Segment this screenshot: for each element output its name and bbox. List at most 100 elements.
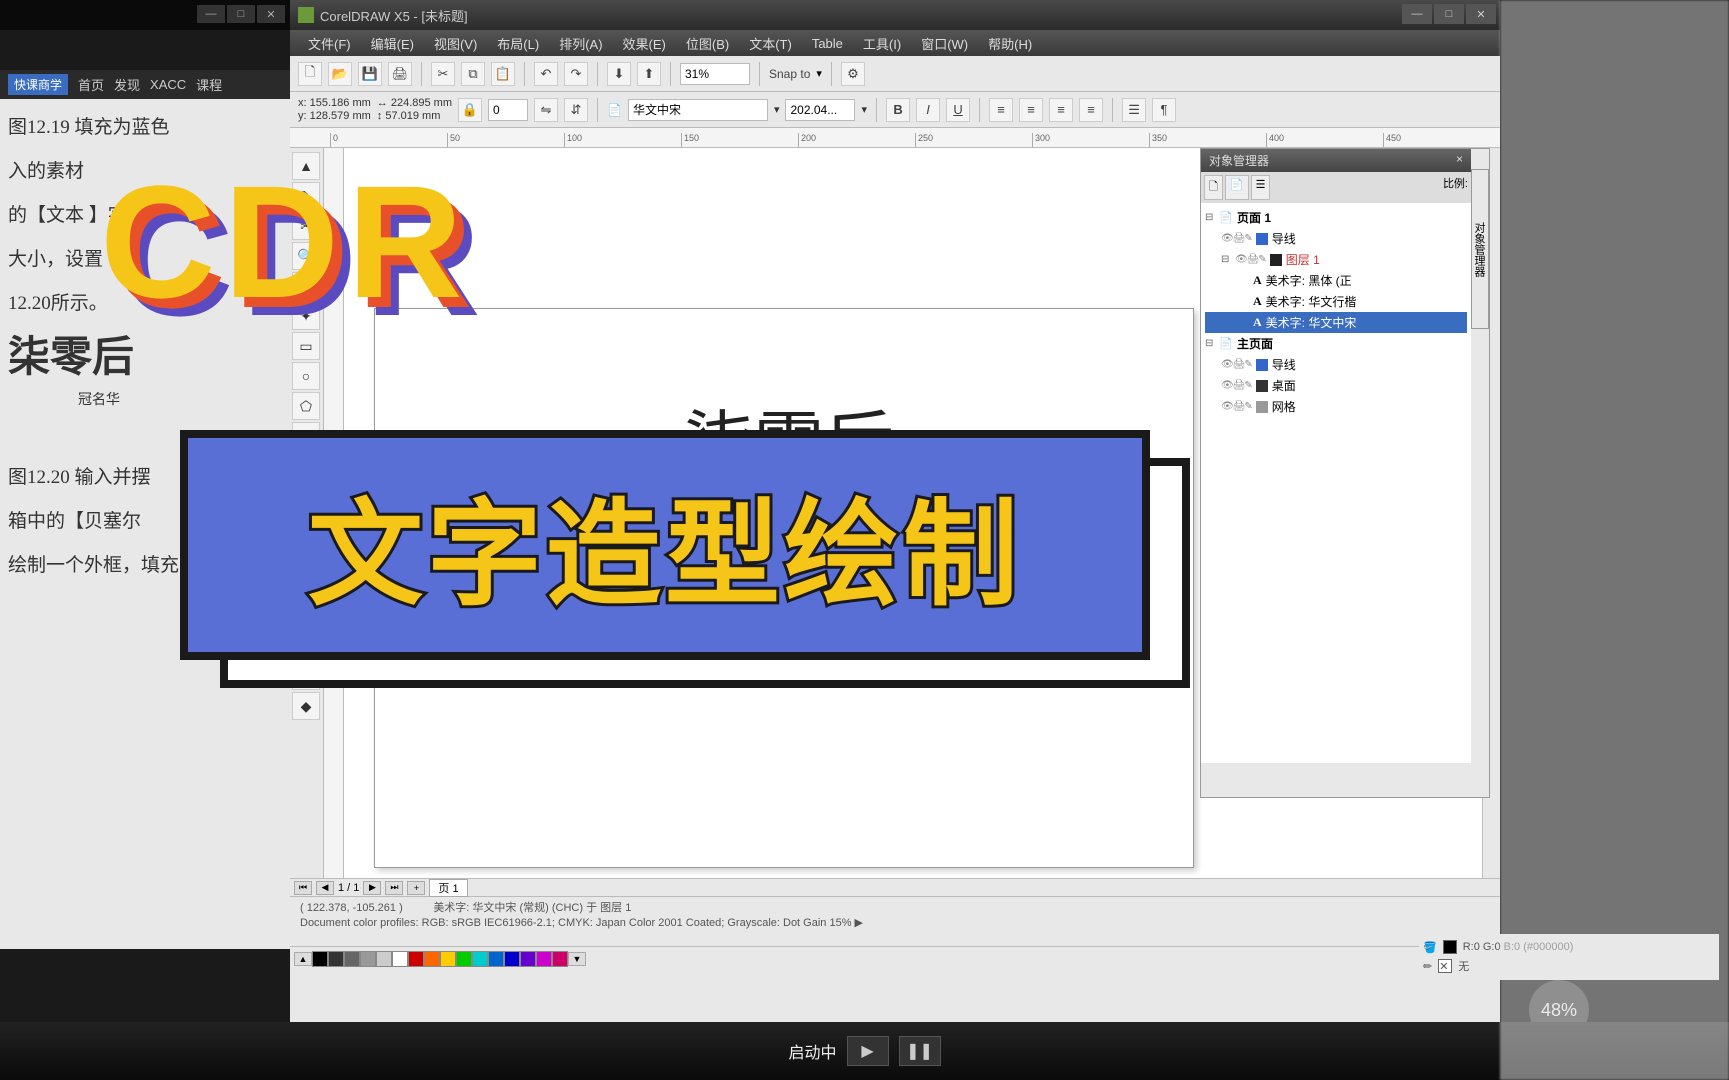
menu-table[interactable]: Table — [804, 33, 851, 54]
align-left-button[interactable]: ≡ — [989, 98, 1013, 122]
menu-layout[interactable]: 布局(L) — [489, 31, 547, 56]
nav-discover[interactable]: 发现 — [114, 75, 140, 94]
open-button[interactable]: 📂 — [328, 62, 352, 86]
tree-layer-1[interactable]: ⊟👁🖨✎ 图层 1 — [1205, 249, 1467, 270]
mirror-h-button[interactable]: ⇋ — [534, 98, 558, 122]
add-page-button[interactable]: + — [407, 881, 425, 895]
rectangle-tool[interactable]: ▭ — [292, 332, 320, 360]
tree-artistic-text[interactable]: A美术字: 黑体 (正 — [1205, 270, 1467, 291]
zoom-input[interactable] — [680, 63, 750, 85]
menu-text[interactable]: 文本(T) — [741, 31, 800, 56]
left-maximize-button[interactable]: □ — [227, 5, 255, 23]
palette-swatch[interactable] — [360, 951, 376, 967]
export-button[interactable]: ⬆ — [637, 62, 661, 86]
menu-help[interactable]: 帮助(H) — [980, 31, 1040, 56]
underline-button[interactable]: U — [946, 98, 970, 122]
palette-swatch[interactable] — [440, 951, 456, 967]
new-button[interactable]: 🗋 — [298, 62, 322, 86]
palette-swatch[interactable] — [456, 951, 472, 967]
menu-arrange[interactable]: 排列(A) — [551, 31, 610, 56]
tree-artistic-text[interactable]: A美术字: 华文行楷 — [1205, 291, 1467, 312]
italic-button[interactable]: I — [916, 98, 940, 122]
font-family-select[interactable] — [628, 99, 768, 121]
palette-swatch[interactable] — [376, 951, 392, 967]
align-center-button[interactable]: ≡ — [1019, 98, 1043, 122]
cd-maximize-button[interactable]: □ — [1434, 4, 1464, 24]
align-justify-button[interactable]: ≡ — [1079, 98, 1103, 122]
polygon-tool[interactable]: ⬠ — [292, 392, 320, 420]
docker-tab-icon[interactable]: 🗋 — [1204, 175, 1223, 200]
horizontal-ruler[interactable]: 0 50 100 150 200 250 300 350 400 450 — [290, 128, 1500, 148]
cut-button[interactable]: ✂ — [431, 62, 455, 86]
windows-taskbar[interactable]: 启动中 ▶ ❚❚ — [0, 1022, 1729, 1080]
tree-page[interactable]: ⊟📄 页面 1 — [1205, 207, 1467, 228]
palette-swatch[interactable] — [328, 951, 344, 967]
palette-swatch[interactable] — [536, 951, 552, 967]
menu-edit[interactable]: 编辑(E) — [363, 31, 422, 56]
palette-swatch[interactable] — [312, 951, 328, 967]
tree-master-grid[interactable]: 👁🖨✎ 网格 — [1205, 396, 1467, 417]
fill-swatch[interactable] — [1443, 940, 1457, 954]
copy-button[interactable]: ⧉ — [461, 62, 485, 86]
play-button[interactable]: ▶ — [847, 1036, 889, 1066]
cd-close-button[interactable]: ✕ — [1466, 4, 1496, 24]
ellipse-tool[interactable]: ○ — [292, 362, 320, 390]
mirror-v-button[interactable]: ⇵ — [564, 98, 588, 122]
palette-swatch[interactable] — [408, 951, 424, 967]
palette-swatch[interactable] — [472, 951, 488, 967]
menu-window[interactable]: 窗口(W) — [913, 31, 976, 56]
nav-xacc[interactable]: XACC — [150, 77, 186, 92]
nav-course[interactable]: 课程 — [196, 75, 222, 94]
left-close-button[interactable]: ✕ — [257, 5, 285, 23]
course-button[interactable]: 快课商学 — [8, 74, 68, 95]
next-page-button[interactable]: ▶ — [363, 881, 381, 895]
palette-down-button[interactable]: ▼ — [568, 952, 586, 966]
object-tree[interactable]: ⊟📄 页面 1 👁🖨✎ 导线 ⊟👁🖨✎ 图层 1 A美术字: 黑体 (正 A美术… — [1201, 203, 1471, 763]
docker-close-icon[interactable]: × — [1456, 152, 1463, 169]
left-minimize-button[interactable]: — — [197, 5, 225, 23]
redo-button[interactable]: ↷ — [564, 62, 588, 86]
fill-swatch-icon[interactable]: 🪣 — [1423, 941, 1437, 954]
lock-ratio-button[interactable]: 🔒 — [458, 98, 482, 122]
undo-button[interactable]: ↶ — [534, 62, 558, 86]
docker-tab-icon[interactable]: ☰ — [1251, 175, 1271, 200]
palette-swatch[interactable] — [520, 951, 536, 967]
outline-swatch[interactable]: ✕ — [1438, 959, 1452, 973]
menu-view[interactable]: 视图(V) — [426, 31, 485, 56]
save-button[interactable]: 💾 — [358, 62, 382, 86]
palette-swatch[interactable] — [392, 951, 408, 967]
rotation-input[interactable] — [488, 99, 528, 121]
prev-page-button[interactable]: ◀ — [316, 881, 334, 895]
docker-title[interactable]: 对象管理器 × — [1201, 149, 1471, 172]
first-page-button[interactable]: ⏮ — [294, 881, 312, 895]
tree-artistic-text-selected[interactable]: A美术字: 华文中宋 — [1205, 312, 1467, 333]
docker-side-tab[interactable]: 对象管理器 — [1471, 169, 1489, 329]
tree-master-page[interactable]: ⊟📄 主页面 — [1205, 333, 1467, 354]
menu-bitmap[interactable]: 位图(B) — [678, 31, 737, 56]
docker-tab-icon[interactable]: 📄 — [1225, 175, 1249, 200]
menu-effects[interactable]: 效果(E) — [615, 31, 674, 56]
menu-file[interactable]: 文件(F) — [300, 31, 359, 56]
palette-swatch[interactable] — [552, 951, 568, 967]
nav-home[interactable]: 首页 — [78, 75, 104, 94]
menu-tools[interactable]: 工具(I) — [855, 31, 909, 56]
bold-button[interactable]: B — [886, 98, 910, 122]
palette-swatch[interactable] — [488, 951, 504, 967]
tree-guides[interactable]: 👁🖨✎ 导线 — [1205, 228, 1467, 249]
page-tab[interactable]: 页 1 — [429, 879, 467, 897]
options-button[interactable]: ⚙ — [841, 62, 865, 86]
pause-button[interactable]: ❚❚ — [899, 1036, 941, 1066]
cd-minimize-button[interactable]: — — [1402, 4, 1432, 24]
align-right-button[interactable]: ≡ — [1049, 98, 1073, 122]
last-page-button[interactable]: ⏭ — [385, 881, 403, 895]
print-button[interactable]: 🖨 — [388, 62, 412, 86]
palette-swatch[interactable] — [424, 951, 440, 967]
outline-swatch-icon[interactable]: ✏ — [1423, 960, 1432, 973]
bullet-button[interactable]: ☰ — [1122, 98, 1146, 122]
paste-button[interactable]: 📋 — [491, 62, 515, 86]
palette-up-button[interactable]: ▲ — [294, 952, 312, 966]
import-button[interactable]: ⬇ — [607, 62, 631, 86]
dropcap-button[interactable]: ¶ — [1152, 98, 1176, 122]
font-size-select[interactable] — [785, 99, 855, 121]
tree-master-guides[interactable]: 👁🖨✎ 导线 — [1205, 354, 1467, 375]
